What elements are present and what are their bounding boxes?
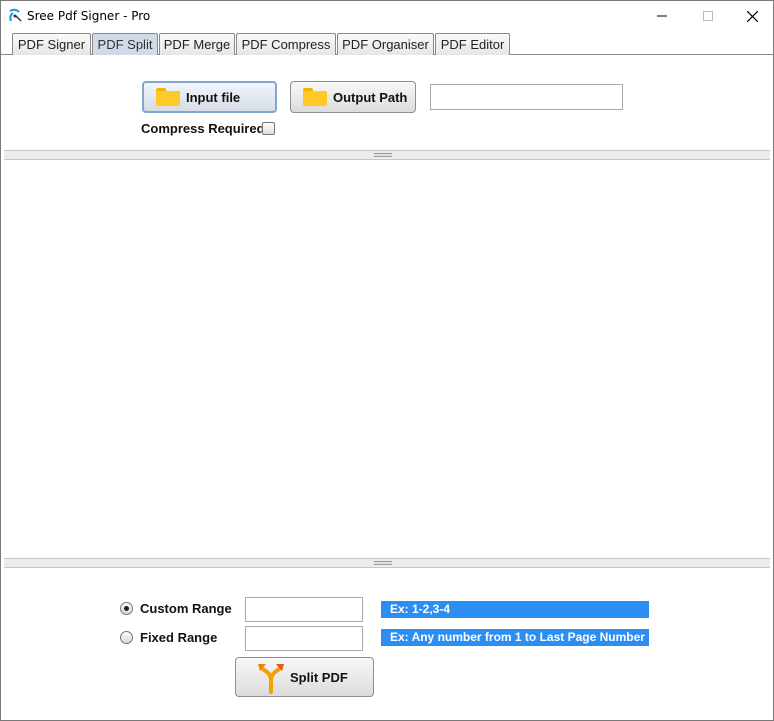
split-options-panel: Custom Range Ex: 1-2,3-4 Fixed Range Ex:…	[4, 569, 770, 717]
file-selection-panel: Input file Output Path Compress Required	[4, 61, 770, 151]
input-file-button[interactable]: Input file	[142, 81, 277, 113]
app-logo-icon	[9, 8, 22, 22]
tab-pdf-signer[interactable]: PDF Signer	[12, 33, 91, 55]
tab-pdf-compress[interactable]: PDF Compress	[236, 33, 336, 55]
fixed-range-input[interactable]	[245, 626, 363, 651]
close-icon	[746, 10, 758, 22]
tab-pdf-organiser[interactable]: PDF Organiser	[337, 33, 434, 55]
maximize-button[interactable]	[685, 1, 731, 31]
splitter-top[interactable]	[4, 150, 770, 160]
close-button[interactable]	[729, 1, 774, 31]
input-file-label: Input file	[186, 89, 241, 105]
folder-icon	[156, 88, 180, 106]
maximize-icon	[703, 11, 713, 21]
tab-pdf-merge[interactable]: PDF Merge	[159, 33, 235, 55]
splitter-bottom[interactable]	[4, 558, 770, 568]
output-path-label: Output Path	[333, 89, 408, 105]
minimize-icon	[657, 15, 667, 17]
minimize-button[interactable]	[639, 1, 685, 31]
tab-pdf-split[interactable]: PDF Split	[92, 33, 158, 55]
fixed-range-label: Fixed Range	[140, 630, 218, 645]
splitter-grip	[374, 153, 392, 157]
splitter-grip	[374, 561, 392, 565]
split-pdf-button[interactable]: Split PDF	[235, 657, 374, 697]
custom-range-input[interactable]	[245, 597, 363, 622]
folder-icon	[303, 88, 327, 106]
compress-required-checkbox[interactable]	[262, 122, 275, 135]
fixed-range-hint: Ex: Any number from 1 to Last Page Numbe…	[381, 629, 649, 646]
fixed-range-radio[interactable]	[120, 631, 133, 644]
preview-panel	[4, 161, 770, 559]
compress-required-label: Compress Required	[141, 121, 265, 136]
custom-range-hint: Ex: 1-2,3-4	[381, 601, 649, 618]
split-pdf-label: Split PDF	[290, 669, 348, 685]
output-path-button[interactable]: Output Path	[290, 81, 416, 113]
title-bar: Sree Pdf Signer - Pro	[1, 1, 773, 31]
app-window: Sree Pdf Signer - Pro PDF Signer PDF Spl…	[0, 0, 774, 721]
split-arrows-icon	[258, 664, 284, 694]
custom-range-radio[interactable]	[120, 602, 133, 615]
output-path-field[interactable]	[430, 84, 623, 110]
window-title: Sree Pdf Signer - Pro	[27, 9, 151, 23]
tab-bar: PDF Signer PDF Split PDF Merge PDF Compr…	[1, 31, 773, 55]
custom-range-label: Custom Range	[140, 601, 232, 616]
tab-pdf-editor[interactable]: PDF Editor	[435, 33, 510, 55]
